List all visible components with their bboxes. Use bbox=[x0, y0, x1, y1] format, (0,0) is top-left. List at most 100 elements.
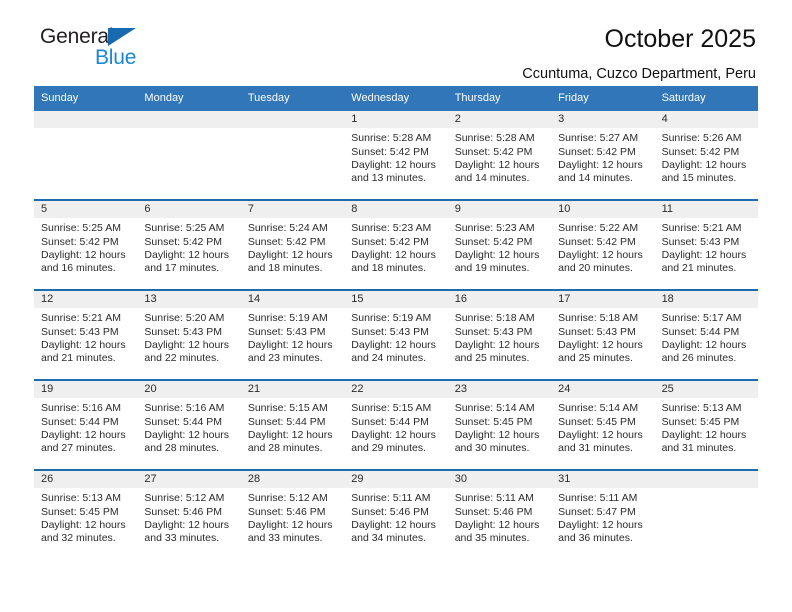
sunrise-text: Sunrise: 5:18 AM bbox=[454, 312, 535, 325]
calendar-day-cell[interactable]: 23 Sunrise: 5:14 AM Sunset: 5:45 PM Dayligh… bbox=[447, 381, 552, 470]
sunset-text: Sunset: 5:42 PM bbox=[454, 145, 533, 158]
sunset-text: Sunset: 5:46 PM bbox=[144, 505, 223, 518]
sunset-text: Sunset: 5:45 PM bbox=[661, 415, 740, 428]
calendar-day-cell[interactable]: 20 Sunrise: 5:16 AM Sunset: 5:44 PM Dayligh… bbox=[137, 381, 241, 470]
day-number: 7 bbox=[240, 201, 345, 219]
calendar-week-row: 26 Sunrise: 5:13 AM Sunset: 5:45 PM Dayligh… bbox=[34, 469, 758, 560]
daylight-text: Daylight: 12 hours bbox=[454, 249, 540, 261]
day-details: Sunrise: 5:12 AM Sunset: 5:46 PM Daylight:… bbox=[241, 488, 344, 546]
calendar-day-cell[interactable]: 8 Sunrise: 5:23 AM Sunset: 5:42 PM Daylight… bbox=[344, 201, 448, 290]
daylight-text: and 31 minutes. bbox=[558, 442, 633, 455]
calendar-day-cell[interactable]: 31 Sunrise: 5:11 AM Sunset: 5:47 PM Dayligh… bbox=[551, 471, 655, 560]
calendar-day-cell[interactable]: 13 Sunrise: 5:20 AM Sunset: 5:43 PM Dayligh… bbox=[137, 291, 241, 380]
daylight-text: and 13 minutes. bbox=[351, 172, 426, 185]
calendar-day-cell[interactable]: 5 Sunrise: 5:25 AM Sunset: 5:42 PM Daylight… bbox=[34, 201, 138, 290]
daylight-text: and 14 minutes. bbox=[454, 172, 530, 185]
daylight-text: Daylight: 12 hours bbox=[661, 159, 747, 171]
daylight-text: Daylight: 12 hours bbox=[247, 519, 333, 531]
sunset-text: Sunset: 5:42 PM bbox=[351, 235, 429, 248]
sunrise-text: Sunrise: 5:11 AM bbox=[558, 492, 638, 505]
calendar-day-cell[interactable]: 15 Sunrise: 5:19 AM Sunset: 5:43 PM Dayligh… bbox=[344, 291, 448, 380]
calendar-day-cell[interactable]: 11 Sunrise: 5:21 AM Sunset: 5:43 PM Dayligh… bbox=[654, 201, 758, 290]
daylight-text: Daylight: 12 hours bbox=[454, 519, 540, 531]
sunrise-text: Sunrise: 5:12 AM bbox=[144, 492, 225, 505]
daylight-text: Daylight: 12 hours bbox=[661, 429, 747, 441]
calendar-day-cell[interactable]: 14 Sunrise: 5:19 AM Sunset: 5:43 PM Dayligh… bbox=[240, 291, 345, 380]
daylight-text: and 30 minutes. bbox=[454, 442, 530, 455]
day-details: Sunrise: 5:22 AM Sunset: 5:42 PM Daylight:… bbox=[551, 218, 654, 276]
day-details: Sunrise: 5:18 AM Sunset: 5:43 PM Daylight:… bbox=[551, 308, 654, 366]
calendar-day-cell[interactable]: 18 Sunrise: 5:17 AM Sunset: 5:44 PM Dayligh… bbox=[654, 291, 758, 380]
daylight-text: and 31 minutes. bbox=[661, 442, 737, 455]
calendar-day-cell[interactable]: 12 Sunrise: 5:21 AM Sunset: 5:43 PM Dayligh… bbox=[34, 291, 138, 380]
day-details: Sunrise: 5:21 AM Sunset: 5:43 PM Daylight:… bbox=[655, 218, 758, 276]
brand-logo[interactable]: General Blue bbox=[36, 26, 186, 74]
calendar-day-cell[interactable]: 24 Sunrise: 5:14 AM Sunset: 5:45 PM Dayligh… bbox=[551, 381, 655, 470]
calendar-day-cell[interactable]: 17 Sunrise: 5:18 AM Sunset: 5:43 PM Dayligh… bbox=[551, 291, 655, 380]
sunset-text: Sunset: 5:42 PM bbox=[454, 235, 533, 248]
calendar-day-cell[interactable]: 26 Sunrise: 5:13 AM Sunset: 5:45 PM Dayligh… bbox=[34, 471, 138, 560]
sunrise-text: Sunrise: 5:28 AM bbox=[454, 132, 535, 145]
daylight-text: Daylight: 12 hours bbox=[247, 249, 333, 261]
day-number: 16 bbox=[447, 291, 552, 309]
daylight-text: and 32 minutes. bbox=[41, 532, 116, 545]
day-details: Sunrise: 5:15 AM Sunset: 5:44 PM Daylight:… bbox=[241, 398, 344, 456]
calendar-day-cell[interactable]: 25 Sunrise: 5:13 AM Sunset: 5:45 PM Dayligh… bbox=[654, 381, 758, 470]
daylight-text: Daylight: 12 hours bbox=[558, 519, 643, 531]
calendar-grid: Sunday Monday Tuesday Wednesday Thursday Frid… bbox=[34, 86, 758, 560]
daylight-text: and 18 minutes. bbox=[247, 262, 323, 275]
calendar-day-cell[interactable]: 29 Sunrise: 5:11 AM Sunset: 5:46 PM Dayligh… bbox=[344, 471, 448, 560]
day-number: 31 bbox=[551, 471, 655, 489]
daylight-text: Daylight: 12 hours bbox=[351, 519, 436, 531]
sunrise-text: Sunrise: 5:14 AM bbox=[454, 402, 535, 415]
daylight-text: Daylight: 12 hours bbox=[41, 249, 126, 261]
daylight-text: and 27 minutes. bbox=[41, 442, 116, 455]
daylight-text: and 25 minutes. bbox=[454, 352, 530, 365]
day-details: Sunrise: 5:21 AM Sunset: 5:43 PM Daylight:… bbox=[34, 308, 137, 366]
calendar-day-cell[interactable]: 4 Sunrise: 5:26 AM Sunset: 5:42 PM Daylight… bbox=[654, 111, 758, 200]
sunset-text: Sunset: 5:44 PM bbox=[351, 415, 429, 428]
day-details: Sunrise: 5:14 AM Sunset: 5:45 PM Daylight:… bbox=[448, 398, 551, 456]
daylight-text: and 16 minutes. bbox=[41, 262, 116, 275]
sunset-text: Sunset: 5:42 PM bbox=[144, 235, 223, 248]
calendar-day-cell[interactable]: 21 Sunrise: 5:15 AM Sunset: 5:44 PM Dayligh… bbox=[240, 381, 345, 470]
daylight-text: Daylight: 12 hours bbox=[351, 249, 436, 261]
calendar-day-cell[interactable]: 1 Sunrise: 5:28 AM Sunset: 5:42 PM Daylight… bbox=[344, 111, 448, 200]
day-details: Sunrise: 5:27 AM Sunset: 5:42 PM Daylight:… bbox=[551, 128, 654, 186]
calendar-day-cell[interactable]: 19 Sunrise: 5:16 AM Sunset: 5:44 PM Dayligh… bbox=[34, 381, 138, 470]
day-number: 1 bbox=[344, 111, 448, 129]
calendar-day-cell[interactable]: 9 Sunrise: 5:23 AM Sunset: 5:42 PM Daylight… bbox=[447, 201, 552, 290]
day-number: 28 bbox=[240, 471, 345, 489]
calendar-day-cell[interactable]: 16 Sunrise: 5:18 AM Sunset: 5:43 PM Dayligh… bbox=[447, 291, 552, 380]
calendar-day-cell-empty bbox=[137, 111, 241, 200]
calendar-day-cell[interactable]: 28 Sunrise: 5:12 AM Sunset: 5:46 PM Dayligh… bbox=[240, 471, 345, 560]
calendar-day-cell[interactable]: 6 Sunrise: 5:25 AM Sunset: 5:42 PM Daylight… bbox=[137, 201, 241, 290]
daylight-text: Daylight: 12 hours bbox=[661, 339, 747, 351]
calendar-weeks: 1 Sunrise: 5:28 AM Sunset: 5:42 PM Daylight… bbox=[34, 111, 758, 560]
calendar-day-cell[interactable]: 3 Sunrise: 5:27 AM Sunset: 5:42 PM Daylight… bbox=[551, 111, 655, 200]
daylight-text: and 18 minutes. bbox=[351, 262, 426, 275]
sunset-text: Sunset: 5:46 PM bbox=[454, 505, 533, 518]
calendar-day-cell[interactable]: 22 Sunrise: 5:15 AM Sunset: 5:44 PM Dayligh… bbox=[344, 381, 448, 470]
sunrise-text: Sunrise: 5:28 AM bbox=[351, 132, 432, 145]
daylight-text: and 23 minutes. bbox=[247, 352, 323, 365]
daylight-text: and 34 minutes. bbox=[351, 532, 426, 545]
calendar-day-cell[interactable]: 27 Sunrise: 5:12 AM Sunset: 5:46 PM Dayligh… bbox=[137, 471, 241, 560]
sunrise-text: Sunrise: 5:12 AM bbox=[247, 492, 328, 505]
calendar-day-cell[interactable]: 10 Sunrise: 5:22 AM Sunset: 5:42 PM Dayligh… bbox=[551, 201, 655, 290]
sunrise-text: Sunrise: 5:15 AM bbox=[247, 402, 328, 415]
day-details: Sunrise: 5:11 AM Sunset: 5:46 PM Daylight:… bbox=[344, 488, 447, 546]
sunrise-text: Sunrise: 5:25 AM bbox=[41, 222, 121, 235]
day-details: Sunrise: 5:11 AM Sunset: 5:47 PM Daylight:… bbox=[551, 488, 654, 546]
calendar-day-cell-empty bbox=[654, 471, 758, 560]
daylight-text: Daylight: 12 hours bbox=[144, 249, 230, 261]
day-details: Sunrise: 5:15 AM Sunset: 5:44 PM Daylight:… bbox=[344, 398, 447, 456]
calendar-day-cell[interactable]: 2 Sunrise: 5:28 AM Sunset: 5:42 PM Daylight… bbox=[447, 111, 552, 200]
day-number: 19 bbox=[34, 381, 138, 399]
sunset-text: Sunset: 5:42 PM bbox=[41, 235, 119, 248]
calendar-week-row: 5 Sunrise: 5:25 AM Sunset: 5:42 PM Daylight… bbox=[34, 199, 758, 290]
daylight-text: and 22 minutes. bbox=[144, 352, 220, 365]
day-number bbox=[34, 111, 138, 129]
calendar-day-cell[interactable]: 30 Sunrise: 5:11 AM Sunset: 5:46 PM Dayligh… bbox=[447, 471, 552, 560]
calendar-day-cell[interactable]: 7 Sunrise: 5:24 AM Sunset: 5:42 PM Daylight… bbox=[240, 201, 345, 290]
